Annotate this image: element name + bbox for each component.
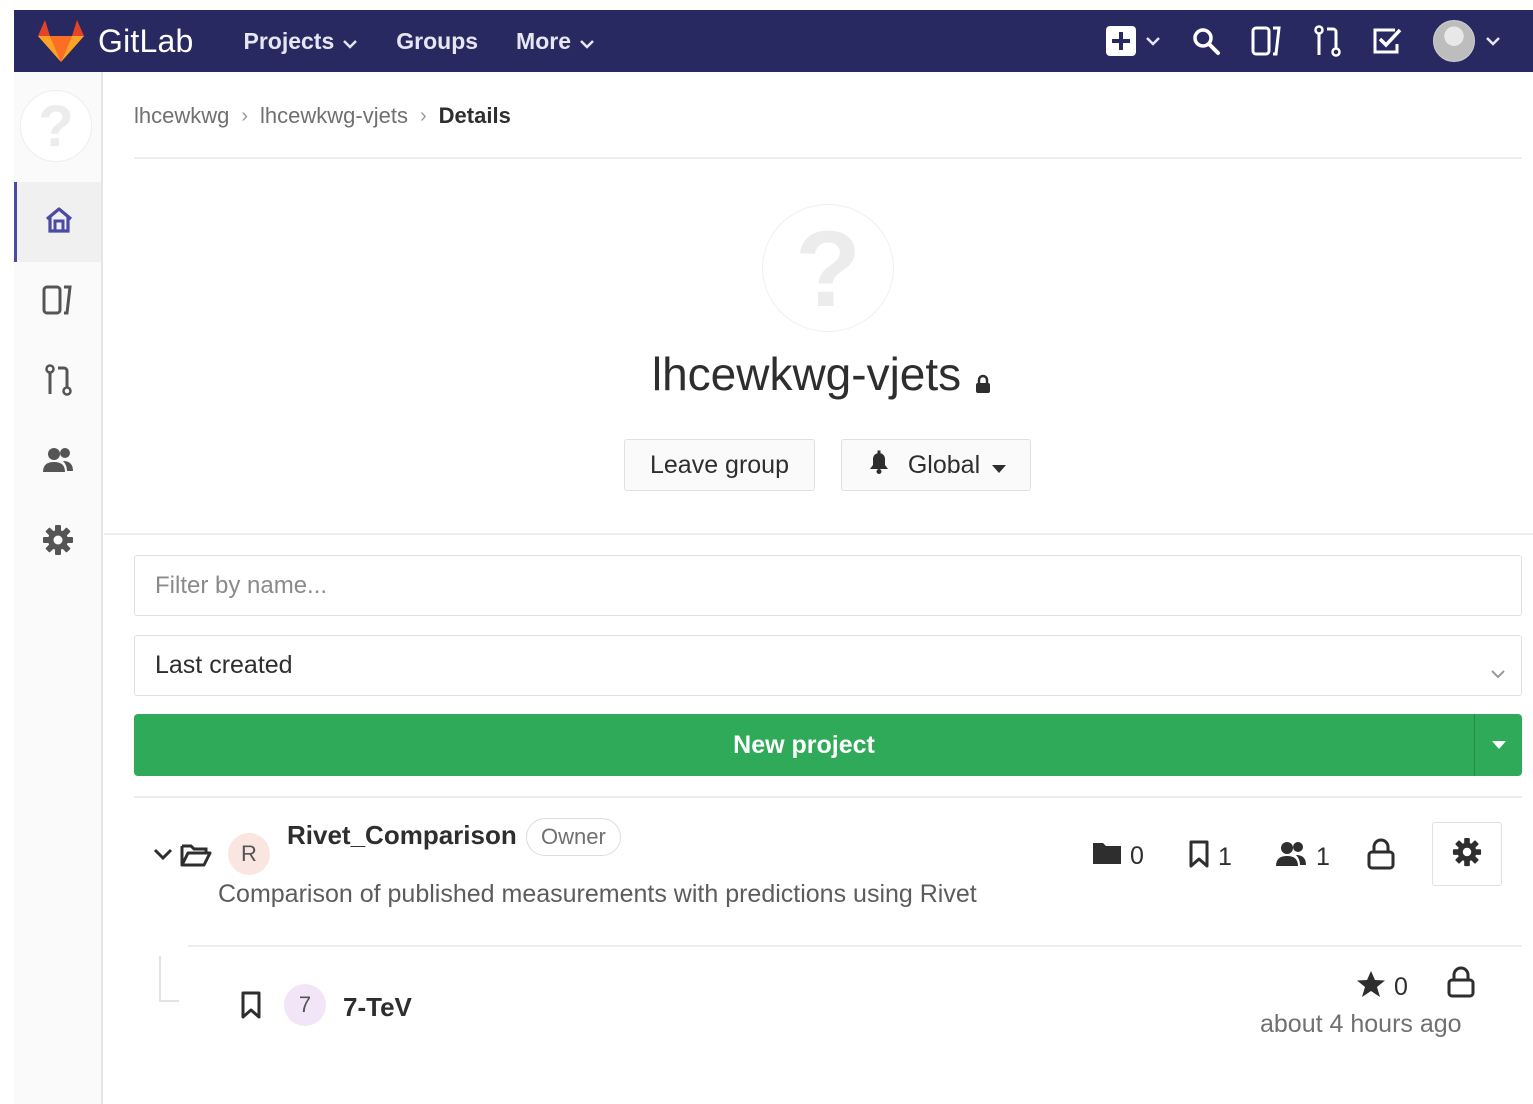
breadcrumb-divider xyxy=(134,157,1522,159)
sidebar-item-overview[interactable] xyxy=(14,182,101,262)
chevron-down-icon xyxy=(579,28,595,55)
group-title-row: lhcewkwg-vjets xyxy=(0,346,1533,402)
role-badge: Owner xyxy=(526,818,621,856)
chevron-down-icon xyxy=(342,28,358,55)
nav-right-icons xyxy=(1075,10,1501,72)
chevron-down-icon xyxy=(1489,658,1507,687)
breadcrumb-current[interactable]: Details xyxy=(439,103,511,129)
todo-check-icon xyxy=(1371,26,1403,56)
sidebar-group-avatar[interactable]: ? xyxy=(20,90,92,162)
last-updated-time: about 4 hours ago xyxy=(1260,1010,1462,1038)
breadcrumb-separator-icon: › xyxy=(419,104,427,127)
subgroups-count-value: 0 xyxy=(1130,842,1144,870)
members-count-value: 1 xyxy=(1316,843,1330,871)
merge-requests-button[interactable] xyxy=(1313,25,1341,57)
notification-dropdown-button[interactable]: Global xyxy=(841,439,1031,491)
sort-selected-value: Last created xyxy=(155,651,293,679)
subgroups-count: 0 xyxy=(1092,840,1144,873)
chevron-down-icon xyxy=(1145,36,1161,46)
breadcrumb-separator-icon: › xyxy=(241,104,249,127)
row-divider xyxy=(188,945,1522,947)
star-icon xyxy=(1356,970,1394,1005)
settings-gear-icon xyxy=(42,524,74,561)
leave-group-button[interactable]: Leave group xyxy=(624,439,815,491)
members-count: 1 xyxy=(1274,840,1330,875)
bookmark-icon xyxy=(1188,840,1218,875)
issues-button[interactable] xyxy=(1251,26,1283,56)
chevron-down-icon xyxy=(1485,36,1501,46)
gitlab-tanuki-icon xyxy=(38,20,84,62)
projects-count-value: 1 xyxy=(1218,843,1232,871)
stars-count-value: 0 xyxy=(1394,973,1408,1001)
new-dropdown-button[interactable] xyxy=(1105,25,1161,57)
breadcrumb: lhcewkwg › lhcewkwg-vjets › Details xyxy=(134,100,511,132)
bell-icon xyxy=(866,449,892,482)
project-avatar: R xyxy=(228,833,270,875)
search-icon xyxy=(1191,26,1221,56)
projects-count: 1 xyxy=(1188,840,1232,875)
plus-square-icon xyxy=(1105,25,1137,57)
merge-request-icon xyxy=(1313,25,1341,57)
lock-icon xyxy=(975,351,991,405)
filter-by-name-input[interactable] xyxy=(134,555,1522,616)
sidebar-item-settings[interactable] xyxy=(14,502,101,582)
members-icon xyxy=(41,446,75,479)
sidebar-item-members[interactable] xyxy=(14,422,101,502)
sidebar: ? xyxy=(14,72,103,1104)
folder-open-icon xyxy=(180,842,212,873)
search-button[interactable] xyxy=(1191,26,1221,56)
todos-button[interactable] xyxy=(1371,26,1403,56)
project-name-link[interactable]: Rivet_Comparison xyxy=(287,820,517,851)
members-icon xyxy=(1274,840,1316,875)
notification-level-label: Global xyxy=(907,450,981,479)
project-settings-button[interactable] xyxy=(1432,822,1502,886)
group-avatar: ? xyxy=(762,204,894,332)
nav-more-label: More xyxy=(516,27,571,54)
lock-icon xyxy=(1366,838,1404,870)
user-avatar xyxy=(1433,20,1475,62)
nav-projects[interactable]: Projects xyxy=(243,28,358,55)
header-divider xyxy=(104,533,1533,535)
new-project-button[interactable]: New project xyxy=(134,714,1474,776)
folder-icon xyxy=(1092,840,1130,873)
nav-links: Projects Groups More xyxy=(243,28,633,55)
nav-groups[interactable]: Groups xyxy=(396,28,478,55)
brand-logo[interactable]: GitLab xyxy=(38,20,193,62)
caret-down-icon xyxy=(1491,736,1506,754)
user-menu[interactable] xyxy=(1433,20,1501,62)
sidebar-item-issues[interactable] xyxy=(14,262,101,342)
stars-count: 0 xyxy=(1356,970,1408,1005)
issues-icon xyxy=(1251,26,1283,56)
page-title: lhcewkwg-vjets xyxy=(651,348,962,400)
nav-groups-label: Groups xyxy=(396,27,479,54)
nav-more[interactable]: More xyxy=(516,28,595,55)
top-navbar: GitLab Projects Groups More xyxy=(14,10,1533,72)
breadcrumb-item-group[interactable]: lhcewkwg-vjets xyxy=(260,103,408,129)
project-description: Comparison of published measurements wit… xyxy=(218,880,977,908)
lock-icon xyxy=(1446,966,1484,998)
bookmark-icon xyxy=(240,991,262,1024)
issues-icon xyxy=(42,285,74,320)
home-icon xyxy=(44,206,74,239)
tree-connector xyxy=(159,956,179,1002)
child-project-avatar: 7 xyxy=(284,984,326,1026)
breadcrumb-item-root[interactable]: lhcewkwg xyxy=(134,103,229,129)
settings-gear-icon xyxy=(1452,837,1482,872)
expand-chevron-icon[interactable] xyxy=(152,846,174,867)
nav-projects-label: Projects xyxy=(243,27,335,54)
child-project-name-link[interactable]: 7-TeV xyxy=(343,992,412,1023)
new-project-split-button: New project xyxy=(134,714,1522,776)
list-divider xyxy=(134,796,1522,798)
new-project-dropdown-toggle[interactable] xyxy=(1474,714,1522,776)
caret-down-icon xyxy=(992,451,1007,480)
sort-select[interactable]: Last created xyxy=(134,635,1522,696)
brand-name: GitLab xyxy=(98,22,194,59)
